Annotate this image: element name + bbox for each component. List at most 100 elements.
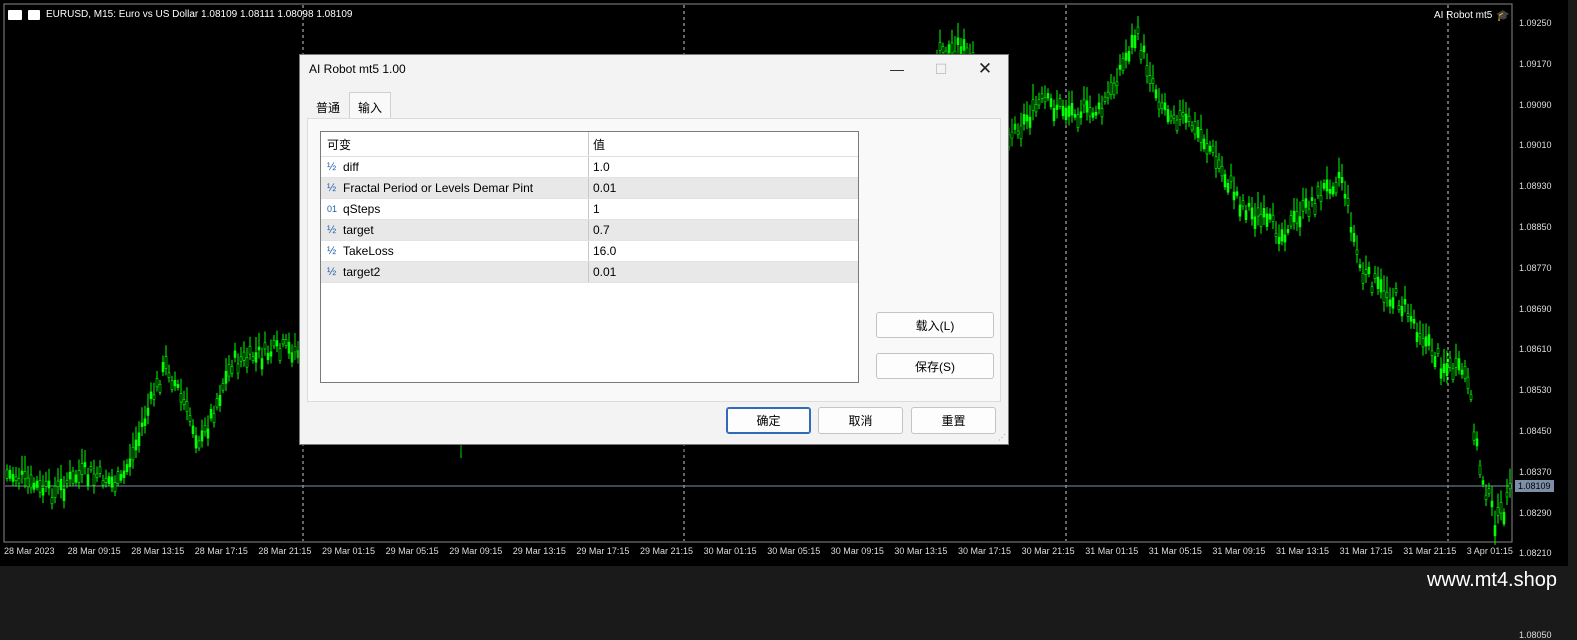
table-row[interactable]: ½ target2 0.01 <box>321 262 858 283</box>
candle-body <box>152 394 156 400</box>
candle-body <box>947 44 951 54</box>
candle-body <box>1256 207 1260 217</box>
candle-body <box>1025 114 1029 122</box>
time-label: 28 Mar 13:15 <box>131 546 185 556</box>
candle-body <box>1130 34 1134 48</box>
double-type-icon: ½ <box>327 161 337 173</box>
candle-body <box>1460 369 1464 375</box>
candle-body <box>110 476 114 488</box>
table-row[interactable]: ½ Fractal Period or Levels Demar Pint 0.0… <box>321 178 858 199</box>
candle-body <box>1064 107 1068 121</box>
candle-body <box>1121 58 1125 71</box>
time-label: 31 Mar 01:15 <box>1085 546 1139 556</box>
table-row[interactable]: ½ target 0.7 <box>321 220 858 241</box>
candle-body <box>1115 81 1119 87</box>
param-value[interactable]: 1.0 <box>589 157 858 177</box>
candle-body <box>1127 51 1131 62</box>
candle-body <box>197 440 201 449</box>
param-value[interactable]: 16.0 <box>589 241 858 261</box>
candle-body <box>1343 193 1347 199</box>
candle-body <box>92 473 96 486</box>
chart-type-icon[interactable] <box>28 9 40 20</box>
candle-body <box>1502 512 1506 525</box>
candle-body <box>266 352 270 361</box>
candle-body <box>1277 236 1281 245</box>
candle-body <box>1382 290 1386 303</box>
candle-body <box>1427 334 1431 346</box>
ok-button[interactable]: 确定 <box>726 407 811 434</box>
tab-inputs[interactable]: 输入 <box>349 92 392 118</box>
param-value[interactable]: 0.7 <box>589 220 858 240</box>
time-label: 28 Mar 21:15 <box>258 546 312 556</box>
table-row[interactable]: 01 qSteps 1 <box>321 199 858 220</box>
candle-body <box>1436 348 1440 355</box>
expert-advisor-label[interactable]: AI Robot mt5 🎓 <box>1434 9 1510 22</box>
candle-body <box>227 364 231 377</box>
candle-body <box>1274 232 1278 237</box>
candle-body <box>1388 299 1392 307</box>
cancel-button[interactable]: 取消 <box>818 407 903 434</box>
param-value[interactable]: 0.01 <box>589 262 858 282</box>
candle-body <box>251 356 255 361</box>
candle-body <box>1349 227 1353 233</box>
maximize-button[interactable]: ☐ <box>919 55 963 83</box>
param-value[interactable]: 0.01 <box>589 178 858 198</box>
candle-body <box>1433 356 1437 367</box>
close-button[interactable]: ✕ <box>963 55 1007 83</box>
resize-grip-icon[interactable]: ⋰ <box>998 434 1006 442</box>
price-level-label: 1.08210 <box>1519 548 1552 559</box>
candle-body <box>1310 197 1314 201</box>
candle-body <box>23 471 27 480</box>
candle-body <box>1430 350 1434 356</box>
reset-button[interactable]: 重置 <box>911 407 996 434</box>
candle-body <box>1340 177 1344 184</box>
candle-body <box>290 352 294 363</box>
candle-body <box>1352 232 1356 242</box>
param-value[interactable]: 1 <box>589 199 858 219</box>
tab-common[interactable]: 普通 <box>307 94 349 118</box>
candle-body <box>104 478 108 483</box>
table-row[interactable]: ½ TakeLoss 16.0 <box>321 241 858 262</box>
candle-body <box>1202 138 1206 150</box>
candle-body <box>1199 129 1203 143</box>
candle-body <box>263 342 267 350</box>
candle-body <box>278 347 282 361</box>
candle-body <box>1175 119 1179 131</box>
load-button[interactable]: 载入(L) <box>876 312 994 338</box>
time-label: 31 Mar 21:15 <box>1403 546 1457 556</box>
candle-body <box>203 425 207 433</box>
time-label: 29 Mar 01:15 <box>322 546 376 556</box>
double-type-icon: ½ <box>327 182 337 194</box>
candle-body <box>1160 102 1164 109</box>
candle-body <box>1079 111 1083 118</box>
candle-body <box>221 383 225 391</box>
time-label: 28 Mar 17:15 <box>194 546 248 556</box>
candle-body <box>1454 357 1458 368</box>
candle-body <box>269 351 273 357</box>
candle-body <box>1022 113 1026 125</box>
table-row[interactable]: ½ diff 1.0 <box>321 157 858 178</box>
candle-body <box>38 479 42 493</box>
candle-body <box>1493 525 1497 537</box>
candle-body <box>1364 269 1368 275</box>
graduation-cap-icon: 🎓 <box>1496 10 1510 22</box>
price-level-label: 1.09090 <box>1519 99 1552 110</box>
candle-body <box>1262 208 1266 218</box>
window-list-icon[interactable] <box>8 9 22 20</box>
candle-body <box>1313 203 1317 215</box>
candle-body <box>1157 101 1161 110</box>
save-button[interactable]: 保存(S) <box>876 353 994 379</box>
candle-body <box>1448 357 1452 368</box>
header-value[interactable]: 值 <box>589 132 858 156</box>
candle-body <box>1235 191 1239 196</box>
candle-body <box>1481 480 1485 485</box>
candle-body <box>185 400 189 412</box>
minimize-button[interactable]: — <box>875 55 919 83</box>
candle-body <box>956 37 960 45</box>
candle-body <box>47 480 51 489</box>
candle-body <box>98 466 102 474</box>
header-variable[interactable]: 可变 <box>321 132 589 156</box>
candle-body <box>140 422 144 427</box>
candle-body <box>8 470 12 479</box>
candle-body <box>1373 273 1377 279</box>
